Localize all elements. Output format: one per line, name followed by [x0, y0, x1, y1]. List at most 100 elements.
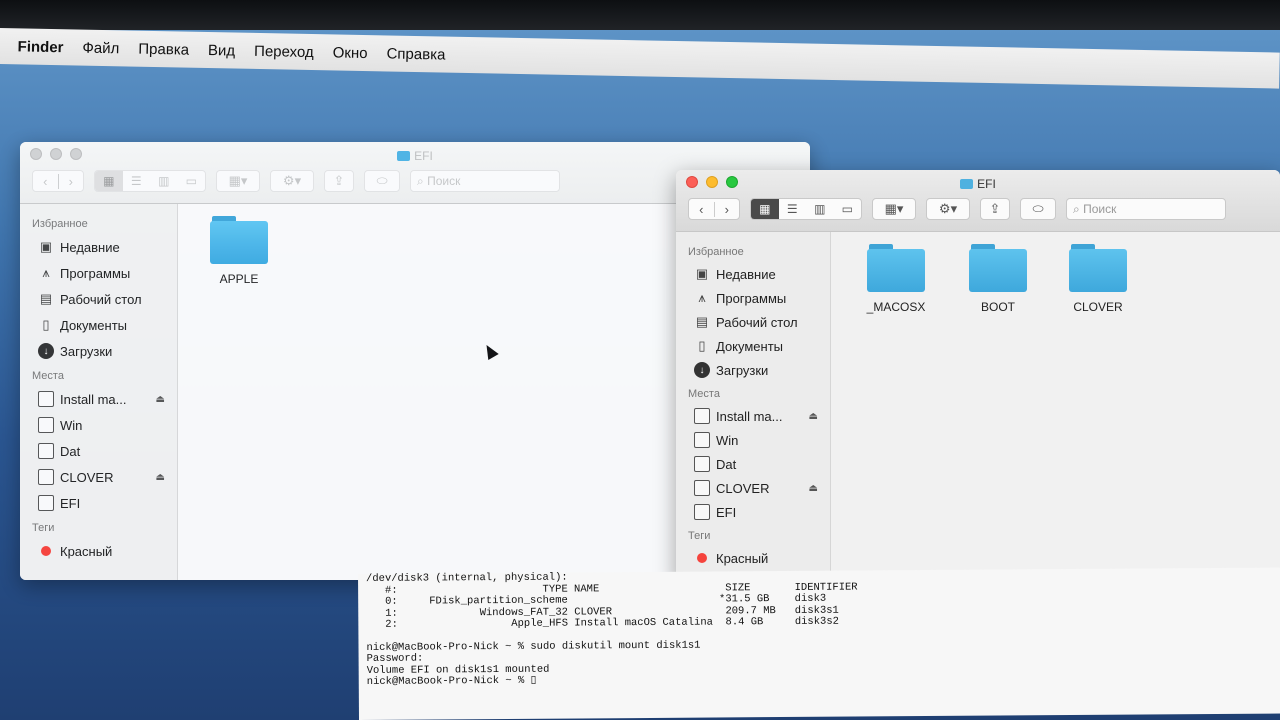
sidebar-item-dat[interactable]: Dat	[20, 438, 177, 464]
sidebar-heading-tags: Теги	[688, 530, 711, 542]
sidebar-item-label: Загрузки	[60, 343, 113, 359]
sidebar-item-label: Install ma...	[716, 408, 783, 424]
sidebar-item-install[interactable]: Install ma... ⏏	[676, 404, 830, 428]
disk-icon	[38, 443, 54, 459]
sidebar-heading-places: Места	[32, 370, 64, 382]
menu-edit[interactable]: Правка	[138, 40, 189, 58]
share-button[interactable]: ⇪	[980, 198, 1010, 220]
file-item-clover[interactable]: CLOVER	[1053, 244, 1143, 314]
sidebar-item-label: Install ma...	[60, 391, 127, 407]
apps-icon: ⩚	[698, 290, 706, 305]
sidebar-item-documents[interactable]: ▯ Документы	[676, 334, 830, 358]
window-content: Избранное ▣ Недавние ⩚ Программы ▤ Рабочий …	[676, 232, 1280, 584]
gallery-view-button[interactable]: ▭	[178, 171, 206, 191]
icon-view-button[interactable]: ▦	[95, 171, 123, 191]
menu-file[interactable]: Файл	[82, 39, 119, 57]
file-item-macosx[interactable]: _MACOSX	[851, 244, 941, 314]
disk-icon	[694, 504, 710, 520]
action-gear-button[interactable]: ⚙ ▾	[926, 198, 970, 220]
sidebar-item-dat[interactable]: Dat	[676, 452, 830, 476]
menu-view[interactable]: Вид	[208, 41, 235, 59]
eject-icon[interactable]: ⏏	[809, 483, 818, 494]
icon-view-button[interactable]: ▦	[751, 199, 779, 219]
sidebar-item-recent[interactable]: ▣ Недавние	[676, 262, 830, 286]
sidebar-heading-tags: Теги	[32, 522, 55, 534]
disk-icon	[694, 480, 710, 496]
sidebar-item-efi[interactable]: EFI	[676, 500, 830, 524]
sidebar-item-clover[interactable]: CLOVER ⏏	[20, 464, 177, 490]
window-title: EFI	[20, 149, 810, 163]
forward-button[interactable]: ›	[57, 173, 84, 189]
file-name: BOOT	[980, 300, 1015, 314]
back-button[interactable]: ‹	[33, 174, 58, 189]
search-placeholder: Поиск	[1083, 202, 1117, 216]
menu-window[interactable]: Окно	[333, 44, 368, 62]
eject-icon[interactable]: ⏏	[156, 472, 165, 483]
tag-button[interactable]: ⬭	[1020, 198, 1056, 220]
sidebar-item-label: Документы	[716, 338, 784, 354]
disk-icon	[38, 417, 54, 433]
search-placeholder: Поиск	[427, 174, 461, 188]
action-gear-button[interactable]: ⚙ ▾	[270, 170, 314, 192]
sidebar-item-label: Dat	[716, 456, 737, 472]
sidebar-item-win[interactable]: Win	[676, 428, 830, 452]
terminal-window[interactable]: /dev/disk3 (internal, physical): #: TYPE…	[358, 567, 1280, 720]
group-button[interactable]: ▦▾	[216, 170, 260, 192]
sidebar-item-win[interactable]: Win	[20, 412, 177, 438]
eject-icon[interactable]: ⏏	[809, 411, 818, 422]
gallery-view-button[interactable]: ▭	[834, 199, 862, 219]
sidebar-item-tag-red[interactable]: Красный	[676, 546, 830, 570]
group-button[interactable]: ▦▾	[872, 198, 916, 220]
sidebar-heading-favorites: Избранное	[32, 218, 88, 230]
sidebar-item-downloads[interactable]: ↓ Загрузки	[20, 338, 177, 364]
sidebar-item-tag-red[interactable]: Красный	[20, 538, 177, 564]
sidebar-item-label: Рабочий стол	[60, 291, 142, 307]
disk-icon	[38, 391, 54, 407]
window-titlebar[interactable]: EFI ‹ › ▦ ☰ ▥ ▭ ▦▾ ⚙ ▾ ⇪ ⬭ ⌕ Поиск	[676, 170, 1280, 232]
sidebar-item-install[interactable]: Install ma... ⏏	[20, 386, 177, 412]
forward-button[interactable]: ›	[713, 201, 740, 217]
sidebar-item-efi[interactable]: EFI	[20, 490, 177, 516]
disk-icon	[38, 495, 54, 511]
sidebar-item-label: Dat	[60, 443, 81, 459]
sidebar-item-documents[interactable]: ▯ Документы	[20, 312, 177, 338]
tag-icon: ⬭	[1032, 201, 1044, 216]
sidebar-item-clover[interactable]: CLOVER ⏏	[676, 476, 830, 500]
tag-button[interactable]: ⬭	[364, 170, 400, 192]
eject-icon[interactable]: ⏏	[156, 394, 165, 405]
share-button[interactable]: ⇪	[324, 170, 354, 192]
sidebar-item-label: EFI	[60, 495, 81, 511]
sidebar-item-desktop[interactable]: ▤ Рабочий стол	[20, 286, 177, 312]
sidebar-heading-places: Места	[688, 388, 720, 400]
toolbar: ‹ › ▦ ☰ ▥ ▭ ▦▾ ⚙ ▾ ⇪ ⬭ ⌕ Поиск	[688, 196, 1270, 222]
menu-app-finder[interactable]: Finder	[17, 38, 63, 56]
file-area[interactable]: _MACOSX BOOT CLOVER	[831, 232, 1280, 584]
finder-window-front[interactable]: EFI ‹ › ▦ ☰ ▥ ▭ ▦▾ ⚙ ▾ ⇪ ⬭ ⌕ Поиск Избран…	[676, 170, 1280, 584]
sidebar-item-recent[interactable]: ▣ Недавние	[20, 234, 177, 260]
sidebar-item-label: CLOVER	[60, 469, 114, 485]
column-view-button[interactable]: ▥	[806, 199, 834, 219]
file-item-boot[interactable]: BOOT	[953, 244, 1043, 314]
menu-go[interactable]: Переход	[254, 42, 314, 60]
list-view-button[interactable]: ☰	[779, 199, 807, 219]
sidebar-item-label: Программы	[60, 265, 131, 281]
list-view-button[interactable]: ☰	[123, 171, 151, 191]
share-icon: ⇪	[989, 201, 1001, 216]
file-item-apple[interactable]: APPLE	[194, 216, 284, 286]
search-field[interactable]: ⌕ Поиск	[1066, 198, 1226, 220]
sidebar-item-applications[interactable]: ⩚ Программы	[20, 260, 177, 286]
search-field[interactable]: ⌕ Поиск	[410, 170, 560, 192]
column-view-button[interactable]: ▥	[150, 171, 178, 191]
menu-help[interactable]: Справка	[386, 45, 445, 63]
back-button[interactable]: ‹	[689, 202, 714, 217]
sidebar-item-label: Документы	[60, 317, 128, 333]
sidebar-item-label: CLOVER	[716, 480, 770, 496]
folder-icon	[969, 244, 1027, 292]
window-title: EFI	[676, 177, 1280, 191]
sidebar-item-downloads[interactable]: ↓ Загрузки	[676, 358, 830, 382]
sidebar-item-applications[interactable]: ⩚ Программы	[676, 286, 830, 310]
folder-icon	[867, 244, 925, 292]
sidebar-item-desktop[interactable]: ▤ Рабочий стол	[676, 310, 830, 334]
tag-red-icon	[41, 546, 51, 556]
disk-icon	[38, 469, 54, 485]
